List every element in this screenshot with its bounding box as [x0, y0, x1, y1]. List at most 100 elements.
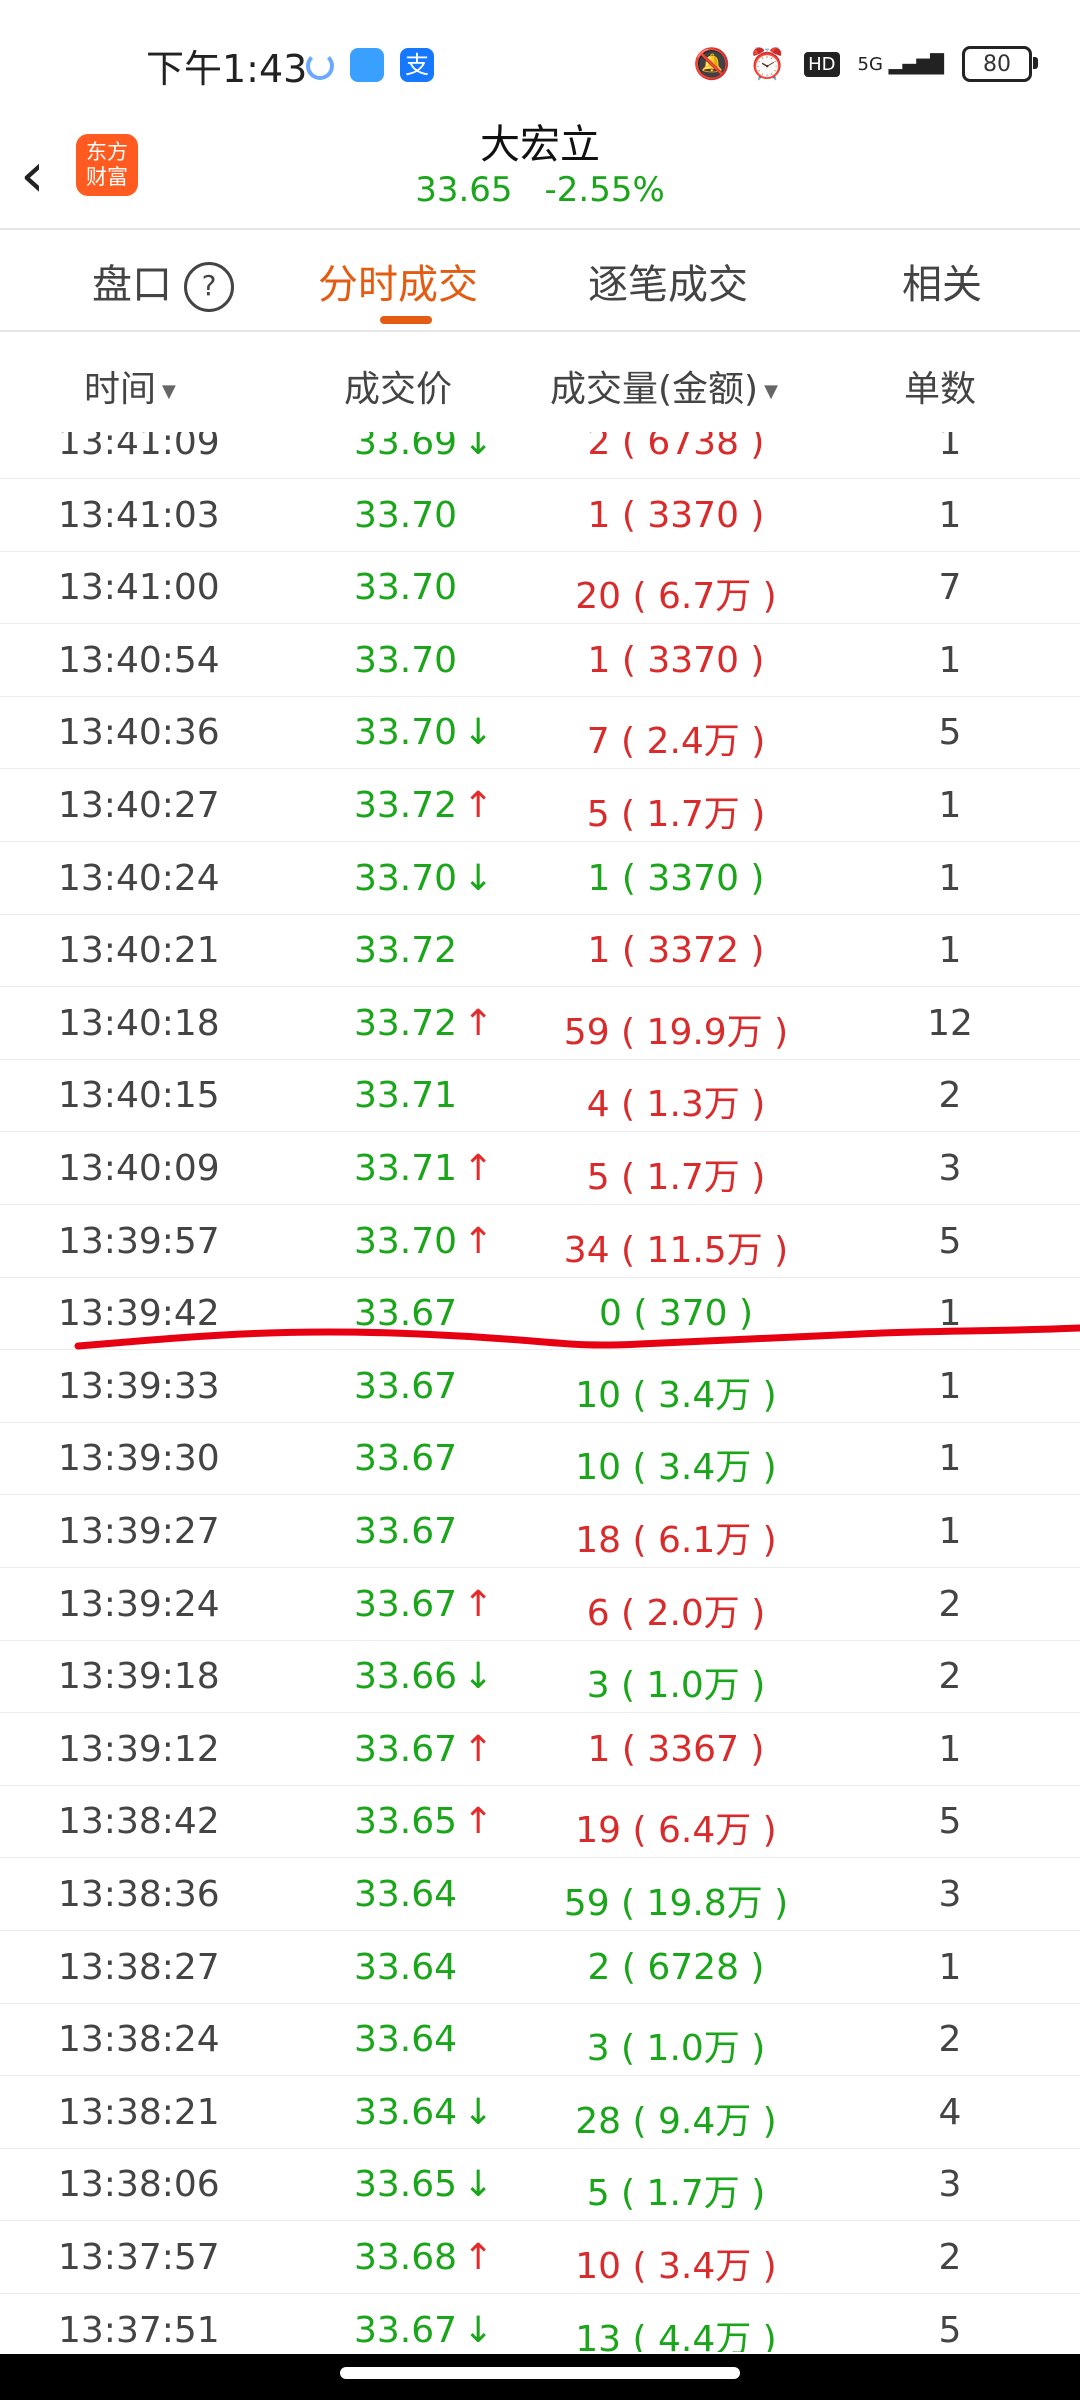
tab-related[interactable]: 相关	[902, 252, 982, 310]
arrow-down-icon: ↓	[463, 2091, 494, 2133]
table-row[interactable]: 13:37:57 33.68 ↑ 10 ( 3.4万 ) 2	[0, 2221, 1080, 2294]
trade-volume: 19 ( 6.4万 )	[575, 1810, 777, 1852]
trade-count: 3	[938, 2164, 962, 2206]
trade-count: 7	[938, 567, 962, 609]
trade-price-value: 33.71	[354, 1075, 458, 1117]
trade-time: 13:39:18	[58, 1656, 220, 1698]
table-row[interactable]: 13:39:24 33.67 ↑ 6 ( 2.0万 ) 2	[0, 1568, 1080, 1641]
trade-time: 13:38:06	[58, 2164, 220, 2206]
column-count: 单数	[904, 369, 977, 410]
table-row[interactable]: 13:40:54 33.70 1 ( 3370 ) 1	[0, 624, 1080, 697]
arrow-up-icon: ↑	[463, 1220, 494, 1262]
trade-price-value: 33.67	[354, 1583, 458, 1625]
trades-table[interactable]: 13:41:09 33.69 ↓ 2 ( 6738 ) 1 13:41:03 33.70 1 …	[0, 432, 1080, 2352]
trade-price-value: 33.67	[354, 1438, 458, 1480]
trade-volume: 3 ( 1.0万 )	[586, 2028, 766, 2070]
trade-price: 33.70	[354, 495, 457, 536]
trade-count: 1	[938, 1511, 962, 1552]
trade-volume: 5 ( 1.7万 )	[586, 2173, 766, 2215]
table-row[interactable]: 13:38:06 33.65 ↓ 5 ( 1.7万 ) 3	[0, 2148, 1080, 2222]
tab-pankou[interactable]: 盘口?	[92, 252, 234, 312]
table-row[interactable]: 13:39:27 33.67 18 ( 6.1万 ) 1	[0, 1495, 1080, 1568]
table-row[interactable]: 13:40:27 33.72 ↑ 5 ( 1.7万 ) 1	[0, 769, 1080, 842]
home-indicator[interactable]	[340, 2367, 740, 2379]
trade-price-value: 33.67	[354, 2309, 458, 2351]
table-row[interactable]: 13:38:24 33.64 3 ( 1.0万 ) 2	[0, 2003, 1080, 2077]
trade-price-value: 33.64	[354, 1946, 458, 1988]
table-row[interactable]: 13:39:42 33.67 0 ( 370 ) 1	[0, 1277, 1080, 1351]
arrow-down-icon: ↓	[463, 2309, 494, 2351]
tab-pankou-label: 盘口	[92, 262, 172, 308]
trade-time: 13:38:27	[58, 1946, 220, 1988]
trade-price: 33.70 ↑	[354, 1221, 493, 1262]
trade-time: 13:38:36	[58, 1874, 220, 1915]
stock-header: ‹ 东方 财富 大宏立 33.65 -2.55%	[0, 108, 1080, 228]
table-row[interactable]: 13:38:21 33.64 ↓ 28 ( 9.4万 ) 4	[0, 2076, 1080, 2149]
table-row[interactable]: 13:40:36 33.70 ↓ 7 ( 2.4万 ) 5	[0, 696, 1080, 770]
table-row[interactable]: 13:37:51 33.67 ↓ 13 ( 4.4万 ) 5	[0, 2294, 1080, 2352]
trade-time: 13:39:57	[58, 1220, 220, 1262]
table-row[interactable]: 13:40:09 33.71 ↑ 5 ( 1.7万 ) 3	[0, 1132, 1080, 1205]
trade-price-value: 33.72	[354, 1002, 458, 1044]
stock-change: -2.55%	[544, 170, 665, 210]
trade-price-value: 33.70	[354, 1220, 458, 1262]
column-time[interactable]: 时间 ▼	[84, 360, 176, 412]
trade-price: 33.64	[354, 1947, 457, 1988]
arrow-down-icon: ↓	[463, 857, 494, 899]
trade-time: 13:40:36	[58, 712, 220, 754]
table-row[interactable]: 13:38:27 33.64 2 ( 6728 ) 1	[0, 1931, 1080, 2004]
table-row[interactable]: 13:40:15 33.71 4 ( 1.3万 ) 2	[0, 1059, 1080, 1133]
trade-price-value: 33.72	[354, 930, 458, 972]
table-row[interactable]: 13:39:33 33.67 10 ( 3.4万 ) 1	[0, 1350, 1080, 1423]
table-row[interactable]: 13:39:18 33.66 ↓ 3 ( 1.0万 ) 2	[0, 1640, 1080, 1714]
trade-price-value: 33.72	[354, 785, 458, 826]
trade-price: 33.72 ↑	[354, 1003, 493, 1044]
table-row[interactable]: 13:39:12 33.67 ↑ 1 ( 3367 ) 1	[0, 1713, 1080, 1786]
arrow-up-icon: ↑	[463, 1002, 494, 1044]
trade-volume: 18 ( 6.1万 )	[575, 1520, 777, 1561]
table-row[interactable]: 13:39:57 33.70 ↑ 34 ( 11.5万 ) 5	[0, 1205, 1080, 1278]
trade-price-value: 33.67	[354, 1511, 458, 1552]
trade-volume: 1 ( 3370 )	[587, 639, 765, 681]
help-icon[interactable]: ?	[184, 262, 234, 312]
column-volume[interactable]: 成交量(金额) ▼	[550, 360, 778, 412]
trade-count: 5	[938, 1220, 962, 1262]
tab-tick-trades[interactable]: 逐笔成交	[588, 252, 748, 310]
trade-price: 33.70	[354, 567, 457, 608]
tab-bar: 盘口? 分时成交 逐笔成交 相关	[0, 230, 1080, 330]
table-row[interactable]: 13:40:24 33.70 ↓ 1 ( 3370 ) 1	[0, 842, 1080, 915]
trade-volume: 1 ( 3370 )	[587, 494, 765, 536]
trade-time: 13:38:42	[58, 1801, 220, 1843]
trade-price: 33.65 ↓	[354, 2164, 493, 2205]
status-bar: 下午1:43 支 🔕 ⏰ HD 5G ▂▄▆█ 80	[0, 0, 1080, 120]
trade-volume: 10 ( 3.4万 )	[575, 2246, 777, 2287]
table-row[interactable]: 13:40:18 33.72 ↑ 59 ( 19.9万 ) 12	[0, 987, 1080, 1060]
trade-time: 13:37:51	[58, 2309, 220, 2351]
table-row[interactable]: 13:38:36 33.64 59 ( 19.8万 ) 3	[0, 1858, 1080, 1931]
trade-volume: 2 ( 6738 )	[587, 432, 765, 463]
table-row[interactable]: 13:41:09 33.69 ↓ 2 ( 6738 ) 1	[0, 432, 1080, 479]
trade-volume: 3 ( 1.0万 )	[586, 1665, 766, 1707]
trade-price: 33.66 ↓	[354, 1656, 493, 1697]
trade-time: 13:40:18	[58, 1002, 220, 1044]
trade-volume: 28 ( 9.4万 )	[575, 2100, 777, 2142]
trade-volume: 10 ( 3.4万 )	[575, 1374, 777, 1416]
table-row[interactable]: 13:39:30 33.67 10 ( 3.4万 ) 1	[0, 1422, 1080, 1496]
trade-count: 1	[938, 1365, 962, 1407]
table-row[interactable]: 13:41:00 33.70 20 ( 6.7万 ) 7	[0, 551, 1080, 625]
trade-count: 5	[938, 2309, 962, 2351]
table-row[interactable]: 13:41:03 33.70 1 ( 3370 ) 1	[0, 479, 1080, 552]
trade-price: 33.64 ↓	[354, 2092, 493, 2133]
trade-price: 33.68 ↑	[354, 2237, 493, 2278]
arrow-up-icon: ↑	[463, 2237, 494, 2278]
trade-price-value: 33.69	[354, 432, 458, 463]
tab-time-trades[interactable]: 分时成交	[318, 252, 478, 310]
trade-count: 12	[927, 1002, 973, 1044]
table-row[interactable]: 13:40:21 33.72 1 ( 3372 ) 1	[0, 914, 1080, 988]
sort-caret-icon: ▼	[764, 380, 778, 402]
table-row[interactable]: 13:38:42 33.65 ↑ 19 ( 6.4万 ) 5	[0, 1785, 1080, 1859]
trade-price: 33.72	[354, 930, 457, 971]
arrow-up-icon: ↑	[463, 1728, 494, 1770]
arrow-up-icon: ↑	[463, 785, 494, 826]
trade-count: 5	[938, 1801, 962, 1843]
